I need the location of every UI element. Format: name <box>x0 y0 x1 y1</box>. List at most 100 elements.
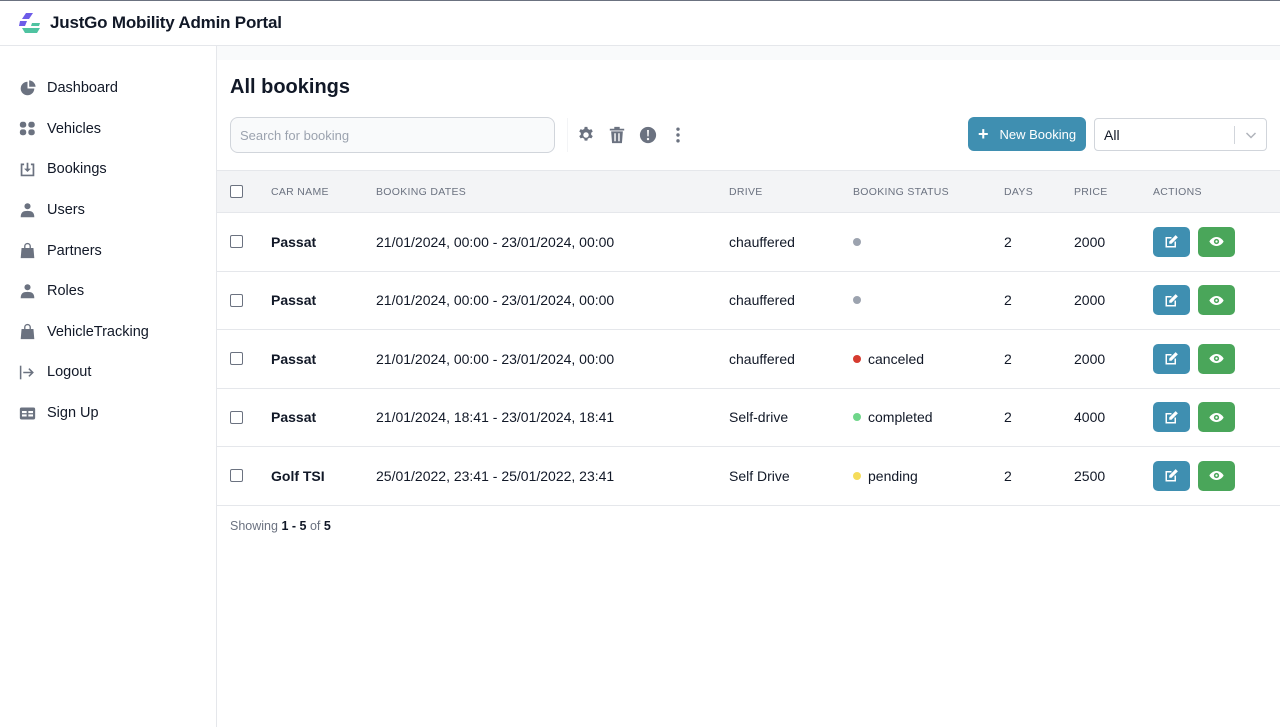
booking-status-cell: canceled <box>853 330 1004 389</box>
row-checkbox[interactable] <box>230 235 243 249</box>
status-dot-icon <box>853 471 861 480</box>
drive-type: chauffered <box>729 292 795 309</box>
header-booking-status[interactable]: Booking Status <box>853 170 1004 213</box>
pagination-prefix: Showing <box>230 519 278 533</box>
row-checkbox-cell <box>217 213 271 272</box>
booking-dates: 21/01/2024, 00:00 - 23/01/2024, 00:00 <box>376 350 615 367</box>
edit-booking-button[interactable] <box>1153 285 1190 316</box>
view-booking-button[interactable] <box>1198 343 1235 374</box>
row-checkbox-cell <box>217 447 271 506</box>
car-name: Passat <box>271 233 317 250</box>
row-checkbox[interactable] <box>230 352 243 366</box>
actions-cell <box>1153 271 1280 330</box>
new-booking-button[interactable]: + New Booking <box>968 117 1086 151</box>
sidebar-item-vehicletracking[interactable]: VehicleTracking <box>0 312 216 353</box>
booking-status-cell <box>853 271 1004 330</box>
view-booking-button[interactable] <box>1198 226 1235 257</box>
edit-booking-button[interactable] <box>1153 343 1190 374</box>
header-days[interactable]: Days <box>1004 170 1074 213</box>
page-title: All bookings <box>230 76 350 98</box>
header-actions: Actions <box>1153 170 1280 213</box>
sidebar-item-logout[interactable]: Logout <box>0 352 216 393</box>
booking-dates: 21/01/2024, 00:00 - 23/01/2024, 00:00 <box>376 233 615 250</box>
days: 2 <box>1004 467 1012 484</box>
pagination-range: 1 - 5 <box>281 519 307 533</box>
drive-type: chauffered <box>729 233 795 250</box>
toolbar-divider <box>567 118 568 152</box>
eye-icon <box>1209 354 1224 364</box>
table-row: Passat 21/01/2024, 18:41 - 23/01/2024, 18… <box>217 388 1280 447</box>
sidebar-item-vehicles[interactable]: Vehicles <box>0 109 216 150</box>
status-dot-icon <box>853 354 861 363</box>
status-dot-icon <box>853 237 861 246</box>
row-checkbox[interactable] <box>230 469 243 483</box>
row-checkbox[interactable] <box>230 293 243 307</box>
edit-booking-button[interactable] <box>1153 460 1190 491</box>
drive-type: chauffered <box>729 350 795 367</box>
user-icon <box>18 201 36 219</box>
edit-booking-button[interactable] <box>1153 402 1190 433</box>
header-price[interactable]: Price <box>1074 170 1153 213</box>
sidebar-item-label: Sign Up <box>47 405 99 422</box>
view-booking-button[interactable] <box>1198 460 1235 491</box>
status-filter-value: All <box>1104 126 1120 143</box>
delete-button[interactable] <box>605 123 629 147</box>
sidebar-item-label: Bookings <box>47 161 107 178</box>
select-all-checkbox[interactable] <box>230 185 243 198</box>
row-checkbox[interactable] <box>230 410 243 424</box>
edit-icon <box>1165 235 1178 248</box>
pagination-info: Showing 1 - 5 of 5 <box>230 519 331 533</box>
view-booking-button[interactable] <box>1198 402 1235 433</box>
sidebar-item-label: Vehicles <box>47 120 102 137</box>
user-icon <box>18 282 36 300</box>
table-row: Passat 21/01/2024, 00:00 - 23/01/2024, 00… <box>217 213 1280 272</box>
view-booking-button[interactable] <box>1198 285 1235 316</box>
dots-vertical-icon <box>676 127 680 143</box>
edit-icon <box>1165 469 1178 482</box>
sidebar-item-label: Logout <box>47 364 92 381</box>
row-checkbox-cell <box>217 271 271 330</box>
header-car-name[interactable]: Car Name <box>271 170 376 213</box>
eye-icon <box>1209 295 1224 305</box>
booking-dates: 21/01/2024, 18:41 - 23/01/2024, 18:41 <box>376 409 615 426</box>
status-badge <box>853 296 1004 305</box>
price: 4000 <box>1074 409 1106 426</box>
header-drive[interactable]: Drive <box>729 170 853 213</box>
booking-status-cell: pending <box>853 447 1004 506</box>
exclamation-circle-icon <box>639 126 657 144</box>
sidebar-item-users[interactable]: Users <box>0 190 216 231</box>
pagination-of: of <box>309 519 321 533</box>
eye-icon <box>1209 471 1224 481</box>
bookings-card: All bookings + New Booking All <box>217 60 1280 727</box>
status-filter-select[interactable]: All <box>1094 118 1267 151</box>
actions-cell <box>1153 388 1280 447</box>
pagination-total: 5 <box>323 519 331 533</box>
status-badge <box>853 237 1004 246</box>
actions-cell <box>1153 447 1280 506</box>
table-header-row: Car Name Booking Dates Drive Booking Sta… <box>217 170 1280 213</box>
sidebar-item-dashboard[interactable]: Dashboard <box>0 68 216 109</box>
drive-type: Self-drive <box>729 409 789 426</box>
booking-status-cell <box>853 213 1004 272</box>
more-options-button[interactable] <box>666 123 690 147</box>
edit-booking-button[interactable] <box>1153 226 1190 257</box>
status-dot-icon <box>853 296 861 305</box>
row-checkbox-cell <box>217 388 271 447</box>
sidebar-item-roles[interactable]: Roles <box>0 271 216 312</box>
sidebar-item-partners[interactable]: Partners <box>0 230 216 271</box>
actions-cell <box>1153 213 1280 272</box>
alert-button[interactable] <box>636 123 660 147</box>
car-name: Passat <box>271 350 317 367</box>
search-input[interactable] <box>230 117 555 153</box>
table-row: Golf TSI 25/01/2022, 23:41 - 25/01/2022, … <box>217 447 1280 506</box>
status-badge: pending <box>853 468 1004 484</box>
days: 2 <box>1004 409 1012 426</box>
status-badge: completed <box>853 409 1004 425</box>
trash-icon <box>609 126 625 144</box>
car-name: Passat <box>271 409 317 426</box>
header-booking-dates[interactable]: Booking Dates <box>376 170 729 213</box>
main-content: All bookings + New Booking All <box>217 46 1280 727</box>
settings-button[interactable] <box>574 123 598 147</box>
sidebar-item-sign-up[interactable]: Sign Up <box>0 393 216 434</box>
sidebar-item-bookings[interactable]: Bookings <box>0 149 216 190</box>
